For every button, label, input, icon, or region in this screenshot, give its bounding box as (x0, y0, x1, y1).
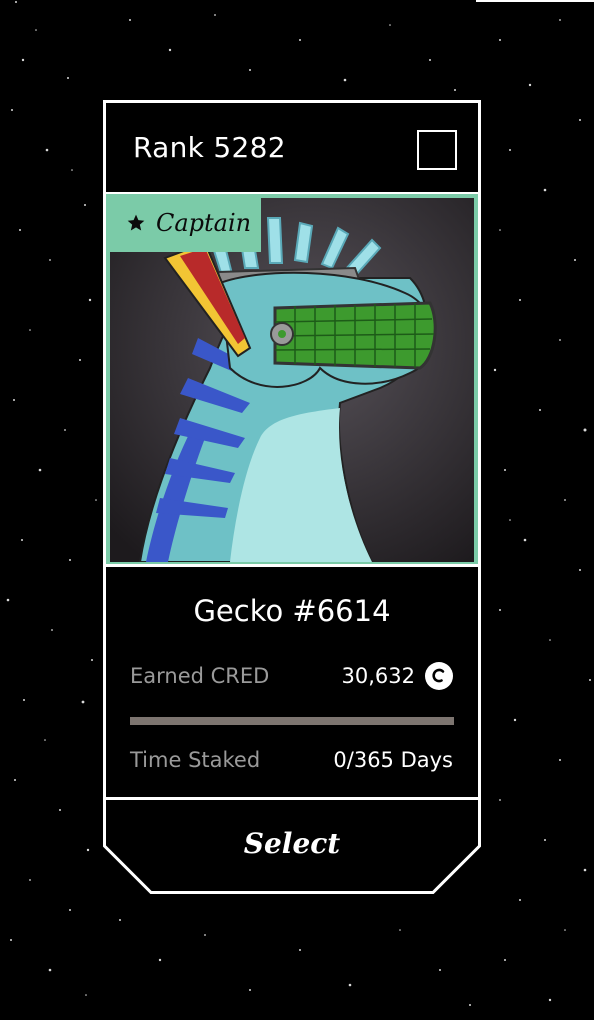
earned-cred-label: Earned CRED (130, 664, 270, 688)
time-staked-value: 0/365 Days (333, 748, 453, 772)
gecko-image-frame: Captain (106, 194, 478, 566)
select-button-label: Select (243, 826, 341, 860)
earned-cred-value: 30,632 (341, 664, 415, 688)
gecko-artwork (110, 198, 474, 562)
image-divider (106, 564, 478, 567)
earned-cred-value-row: 30,632 (342, 662, 453, 690)
star-icon (127, 214, 145, 231)
gecko-card: Rank 5282 Captain Gecko #6614 Earned CRE… (103, 100, 481, 894)
time-staked-label: Time Staked (130, 748, 261, 772)
select-checkbox[interactable] (417, 130, 457, 170)
staking-progress-bar (130, 717, 454, 725)
badge-label: Captain (156, 209, 252, 237)
card-header: Rank 5282 (106, 103, 478, 195)
cred-coin-icon (425, 662, 453, 690)
gecko-name: Gecko #6614 (193, 594, 391, 628)
rank-role-badge: Captain (109, 194, 261, 252)
top-edge-box (476, 0, 594, 2)
select-button[interactable]: Select (106, 800, 478, 890)
rank-label: Rank 5282 (133, 131, 286, 164)
